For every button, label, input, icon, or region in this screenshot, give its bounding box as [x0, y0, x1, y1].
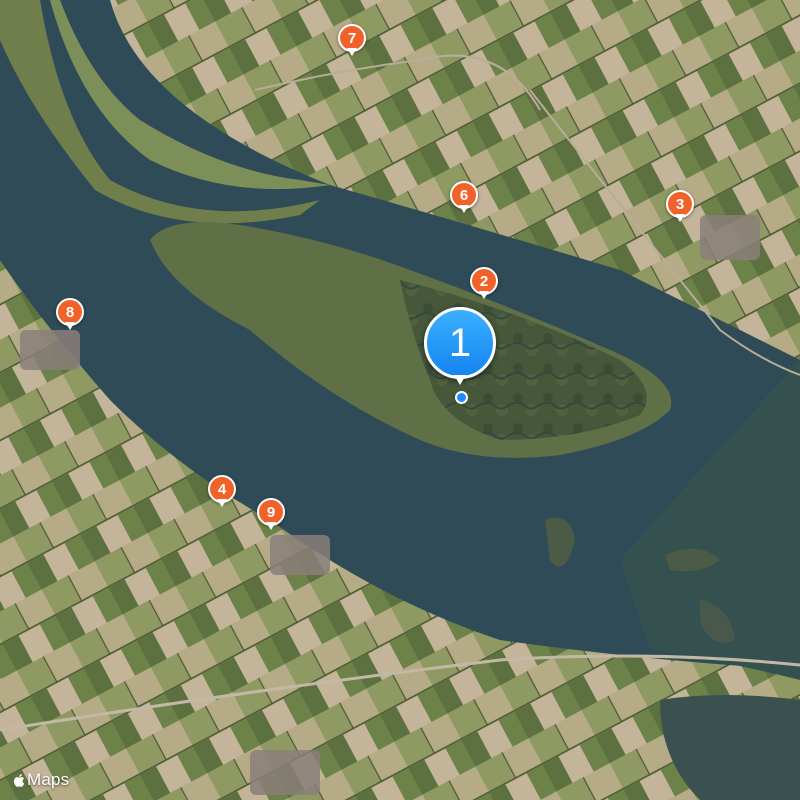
map-marker-7[interactable]: 7	[338, 24, 366, 56]
attribution-text: Maps	[27, 770, 70, 789]
map-marker-2[interactable]: 2	[470, 267, 498, 299]
map-marker-1-selected[interactable]: 1	[424, 307, 496, 385]
maps-attribution[interactable]: Maps	[12, 770, 69, 790]
map-marker-4[interactable]: 4	[208, 475, 236, 507]
satellite-imagery	[0, 0, 800, 800]
map-view[interactable]: 2 3 4 6 7 8 9 1 Maps	[0, 0, 800, 800]
location-dot	[455, 391, 468, 404]
map-marker-3[interactable]: 3	[666, 190, 694, 222]
map-marker-8[interactable]: 8	[56, 298, 84, 330]
map-marker-9[interactable]: 9	[257, 498, 285, 530]
apple-logo-icon	[13, 773, 25, 787]
map-marker-6[interactable]: 6	[450, 181, 478, 213]
